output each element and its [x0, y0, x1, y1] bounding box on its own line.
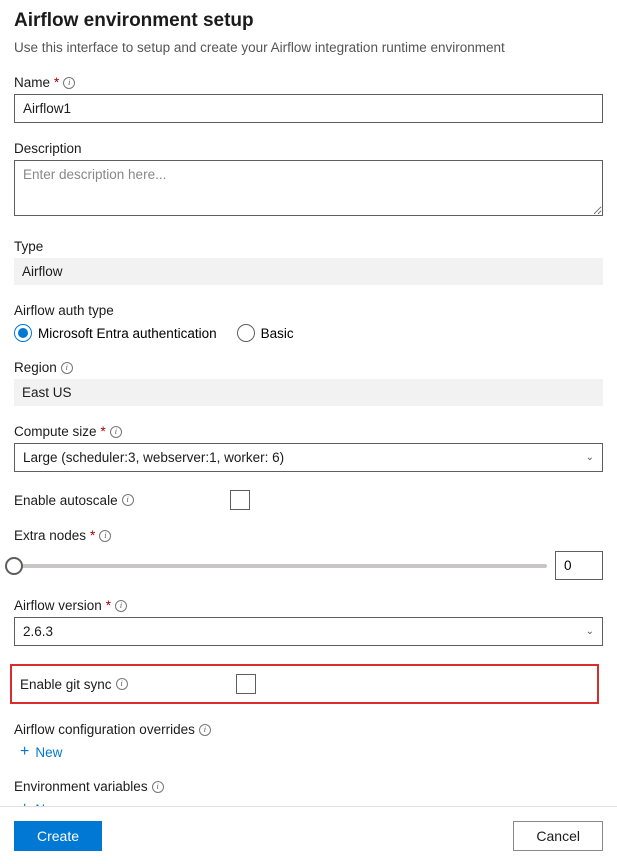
region-value: East US	[14, 379, 603, 406]
git-sync-highlighted-section: Enable git sync i	[10, 664, 599, 704]
form-scroll-area[interactable]: Airflow environment setup Use this inter…	[0, 0, 617, 806]
extra-nodes-label: Extra nodes	[14, 528, 86, 543]
auth-radio-entra[interactable]: Microsoft Entra authentication	[14, 324, 217, 342]
overrides-label: Airflow configuration overrides	[14, 722, 195, 737]
footer-bar: Create Cancel	[0, 806, 617, 864]
autoscale-label: Enable autoscale	[14, 493, 118, 508]
chevron-down-icon: ⌄	[586, 452, 594, 463]
compute-select[interactable]: Large (scheduler:3, webserver:1, worker:…	[14, 443, 603, 472]
info-icon[interactable]: i	[63, 77, 75, 89]
info-icon[interactable]: i	[61, 362, 73, 374]
name-input[interactable]	[14, 94, 603, 123]
type-label: Type	[14, 239, 43, 254]
extra-nodes-slider[interactable]	[14, 564, 547, 568]
info-icon[interactable]: i	[116, 678, 128, 690]
required-indicator: *	[101, 424, 106, 439]
description-input[interactable]	[14, 160, 603, 216]
git-sync-label: Enable git sync	[20, 677, 112, 692]
info-icon[interactable]: i	[99, 530, 111, 542]
info-icon[interactable]: i	[115, 600, 127, 612]
auth-basic-label: Basic	[261, 326, 294, 341]
airflow-version-label: Airflow version	[14, 598, 102, 613]
create-button[interactable]: Create	[14, 821, 102, 851]
cancel-button[interactable]: Cancel	[513, 821, 603, 851]
extra-nodes-value[interactable]: 0	[555, 551, 603, 580]
description-label: Description	[14, 141, 82, 156]
auth-radio-basic[interactable]: Basic	[237, 324, 294, 342]
info-icon[interactable]: i	[199, 724, 211, 736]
info-icon[interactable]: i	[152, 781, 164, 793]
airflow-version-select[interactable]: 2.6.3 ⌄	[14, 617, 603, 646]
name-label: Name	[14, 75, 50, 90]
info-icon[interactable]: i	[122, 494, 134, 506]
type-value: Airflow	[14, 258, 603, 285]
autoscale-checkbox[interactable]	[230, 490, 250, 510]
slider-thumb[interactable]	[5, 557, 23, 575]
auth-entra-label: Microsoft Entra authentication	[38, 326, 217, 341]
required-indicator: *	[54, 75, 59, 90]
git-sync-checkbox[interactable]	[236, 674, 256, 694]
required-indicator: *	[106, 598, 111, 613]
compute-label: Compute size	[14, 424, 97, 439]
compute-value: Large (scheduler:3, webserver:1, worker:…	[23, 450, 284, 465]
page-title: Airflow environment setup	[14, 10, 603, 32]
overrides-new-button[interactable]: + New	[14, 743, 603, 761]
page-subtitle: Use this interface to setup and create y…	[14, 40, 603, 55]
plus-icon: +	[20, 743, 29, 761]
env-vars-label: Environment variables	[14, 779, 148, 794]
region-label: Region	[14, 360, 57, 375]
required-indicator: *	[90, 528, 95, 543]
info-icon[interactable]: i	[110, 426, 122, 438]
airflow-version-value: 2.6.3	[23, 624, 53, 639]
chevron-down-icon: ⌄	[586, 626, 594, 637]
overrides-new-label: New	[35, 745, 62, 760]
auth-type-label: Airflow auth type	[14, 303, 114, 318]
